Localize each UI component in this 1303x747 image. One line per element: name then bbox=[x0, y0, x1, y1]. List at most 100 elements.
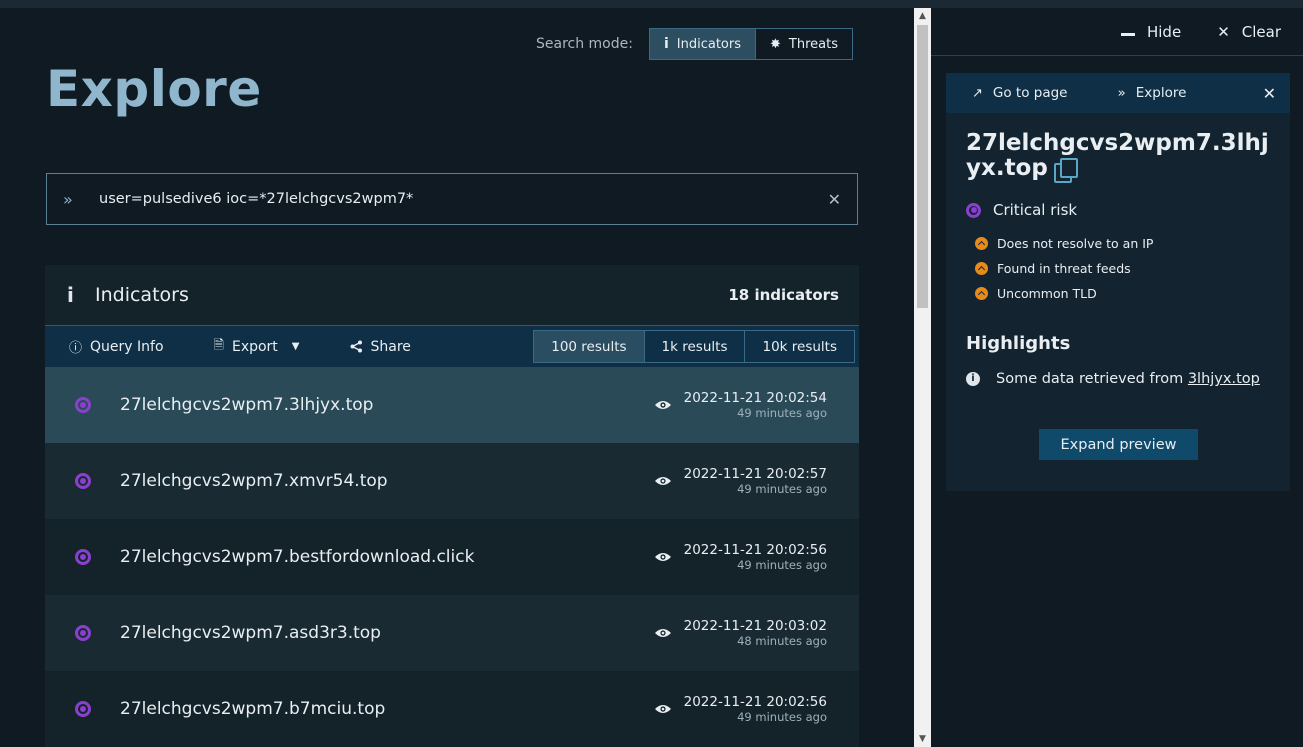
indicator-row[interactable]: 27lelchgcvs2wpm7.b7mciu.top 2022-11-21 2… bbox=[45, 671, 859, 747]
risk-reasons: Does not resolve to an IP Found in threa… bbox=[975, 231, 1153, 306]
side-panel-actions: Hide ✕ Clear bbox=[931, 8, 1303, 56]
critical-risk-icon bbox=[75, 701, 91, 717]
results-10k-button[interactable]: 10k results bbox=[744, 331, 854, 362]
results-1k-button[interactable]: 1k results bbox=[643, 331, 745, 362]
go-to-page-button[interactable]: ↗ Go to page bbox=[972, 85, 1067, 101]
results-100-button[interactable]: 100 results bbox=[534, 331, 644, 362]
export-label: Export bbox=[231, 338, 278, 355]
mode-indicators-button[interactable]: i Indicators bbox=[649, 29, 756, 59]
scroll-down-arrow-icon[interactable]: ▼ bbox=[914, 731, 931, 747]
seen-timestamp: 2022-11-21 20:02:54 bbox=[683, 390, 827, 406]
indicator-row[interactable]: 27lelchgcvs2wpm7.xmvr54.top 2022-11-21 2… bbox=[45, 443, 859, 519]
indicator-preview: ↗ Go to page » Explore ✕ 27lelchgcvs2wpm… bbox=[946, 73, 1290, 491]
hide-button[interactable]: Hide bbox=[1120, 23, 1181, 41]
query-text[interactable]: user=pulsedive6 ioc=*27lelchgcvs2wpm7* bbox=[99, 191, 828, 207]
indicator-seen: 2022-11-21 20:02:56 49 minutes ago bbox=[654, 694, 827, 724]
info-circle-icon: ⓘ bbox=[69, 341, 83, 356]
critical-risk-icon bbox=[75, 397, 91, 413]
eye-icon bbox=[654, 477, 671, 485]
eye-icon bbox=[654, 401, 671, 409]
side-panel: Hide ✕ Clear ↗ Go to page » Explore ✕ 27… bbox=[931, 8, 1303, 747]
indicator-row[interactable]: 27lelchgcvs2wpm7.asd3r3.top 2022-11-21 2… bbox=[45, 595, 859, 671]
bug-icon: ✸ bbox=[770, 36, 781, 52]
share-icon bbox=[350, 340, 362, 353]
seen-relative: 49 minutes ago bbox=[737, 482, 827, 496]
critical-risk-icon bbox=[75, 549, 91, 565]
indicator-name[interactable]: 27lelchgcvs2wpm7.asd3r3.top bbox=[120, 623, 654, 643]
seen-timestamp: 2022-11-21 20:02:57 bbox=[683, 466, 827, 482]
panel-title: Indicators bbox=[95, 284, 189, 306]
mode-threats-button[interactable]: ✸ Threats bbox=[755, 29, 852, 59]
indicator-seen: 2022-11-21 20:02:57 49 minutes ago bbox=[654, 466, 827, 496]
search-mode: Search mode: i Indicators ✸ Threats bbox=[536, 28, 853, 60]
indicator-name[interactable]: 27lelchgcvs2wpm7.3lhjyx.top bbox=[120, 395, 654, 415]
critical-risk-icon bbox=[75, 625, 91, 641]
risk-reason: Uncommon TLD bbox=[975, 281, 1153, 306]
query-info-label: Query Info bbox=[90, 338, 164, 355]
indicators-panel: i Indicators 18 indicators ⓘ Query Info … bbox=[45, 265, 859, 747]
share-button[interactable]: Share bbox=[350, 339, 411, 355]
mode-indicators-label: Indicators bbox=[676, 36, 742, 52]
panel-header: i Indicators 18 indicators bbox=[45, 265, 859, 325]
seen-relative: 48 minutes ago bbox=[737, 634, 827, 648]
clear-label: Clear bbox=[1241, 22, 1281, 41]
close-icon: ✕ bbox=[1217, 22, 1230, 41]
risk-reason-text: Found in threat feeds bbox=[997, 261, 1131, 276]
info-icon: i bbox=[67, 283, 74, 307]
eye-icon bbox=[654, 705, 671, 713]
seen-timestamp: 2022-11-21 20:02:56 bbox=[683, 542, 827, 558]
indicator-list: 27lelchgcvs2wpm7.3lhjyx.top 2022-11-21 2… bbox=[45, 367, 859, 747]
indicator-seen: 2022-11-21 20:02:54 49 minutes ago bbox=[654, 390, 827, 420]
indicator-seen: 2022-11-21 20:03:02 48 minutes ago bbox=[654, 618, 827, 648]
top-strip bbox=[0, 0, 1303, 8]
seen-relative: 49 minutes ago bbox=[737, 710, 827, 724]
risk-reason-text: Uncommon TLD bbox=[997, 286, 1097, 301]
close-icon[interactable]: ✕ bbox=[828, 190, 841, 209]
scroll-thumb[interactable] bbox=[917, 25, 928, 308]
expand-preview-button[interactable]: Expand preview bbox=[1039, 429, 1198, 460]
indicator-name[interactable]: 27lelchgcvs2wpm7.xmvr54.top bbox=[120, 471, 654, 491]
query-info-button[interactable]: ⓘ Query Info bbox=[69, 337, 164, 357]
eye-icon bbox=[654, 629, 671, 637]
highlight-link[interactable]: 3lhjyx.top bbox=[1188, 371, 1260, 387]
seen-relative: 49 minutes ago bbox=[737, 558, 827, 572]
preview-explore-label: Explore bbox=[1135, 85, 1187, 101]
chevron-right-icon: » bbox=[1117, 85, 1126, 101]
seen-relative: 49 minutes ago bbox=[737, 406, 827, 420]
info-icon: i bbox=[966, 372, 980, 386]
indicator-row[interactable]: 27lelchgcvs2wpm7.3lhjyx.top 2022-11-21 2… bbox=[45, 367, 859, 443]
preview-explore-button[interactable]: » Explore bbox=[1117, 85, 1186, 101]
caret-down-icon: ▼ bbox=[291, 341, 300, 352]
highlights-title: Highlights bbox=[966, 333, 1071, 354]
indicator-name[interactable]: 27lelchgcvs2wpm7.bestfordownload.click bbox=[120, 547, 654, 567]
preview-domain: 27lelchgcvs2wpm7.3lhjyx.top bbox=[966, 130, 1276, 183]
preview-domain-text: 27lelchgcvs2wpm7.3lhjyx.top bbox=[966, 130, 1269, 181]
highlight-text: Some data retrieved from 3lhjyx.top bbox=[996, 371, 1260, 387]
indicator-row[interactable]: 27lelchgcvs2wpm7.bestfordownload.click 2… bbox=[45, 519, 859, 595]
page-title: Explore bbox=[46, 60, 262, 118]
highlight-row: i Some data retrieved from 3lhjyx.top bbox=[966, 371, 1260, 387]
clear-button[interactable]: ✕ Clear bbox=[1217, 23, 1281, 41]
close-preview-icon[interactable]: ✕ bbox=[1263, 84, 1276, 103]
risk-reason-text: Does not resolve to an IP bbox=[997, 236, 1154, 251]
indicator-seen: 2022-11-21 20:02:56 49 minutes ago bbox=[654, 542, 827, 572]
share-label: Share bbox=[370, 338, 411, 355]
result-size-group: 100 results 1k results 10k results bbox=[533, 330, 855, 363]
main-content: Search mode: i Indicators ✸ Threats Expl… bbox=[0, 8, 914, 747]
copy-icon[interactable] bbox=[1053, 157, 1078, 183]
panel-toolbar: ⓘ Query Info 🗎 Export ▼ Share 100 result… bbox=[45, 325, 859, 367]
risk-label: Critical risk bbox=[993, 201, 1078, 219]
file-export-icon: 🗎 bbox=[213, 337, 224, 353]
export-button[interactable]: 🗎 Export ▼ bbox=[214, 336, 300, 358]
external-link-icon: ↗ bbox=[972, 85, 983, 101]
scrollbar[interactable]: ▲ ▼ bbox=[914, 8, 931, 747]
info-icon: i bbox=[663, 36, 669, 52]
risk-reason: Found in threat feeds bbox=[975, 256, 1153, 281]
scroll-up-arrow-icon[interactable]: ▲ bbox=[914, 8, 931, 24]
risk-level: Critical risk bbox=[966, 201, 1077, 219]
query-input[interactable]: » user=pulsedive6 ioc=*27lelchgcvs2wpm7*… bbox=[46, 173, 858, 225]
indicator-count: 18 indicators bbox=[728, 286, 839, 304]
indicator-name[interactable]: 27lelchgcvs2wpm7.b7mciu.top bbox=[120, 699, 654, 719]
seen-timestamp: 2022-11-21 20:02:56 bbox=[683, 694, 827, 710]
highlight-text-body: Some data retrieved from bbox=[996, 371, 1184, 387]
